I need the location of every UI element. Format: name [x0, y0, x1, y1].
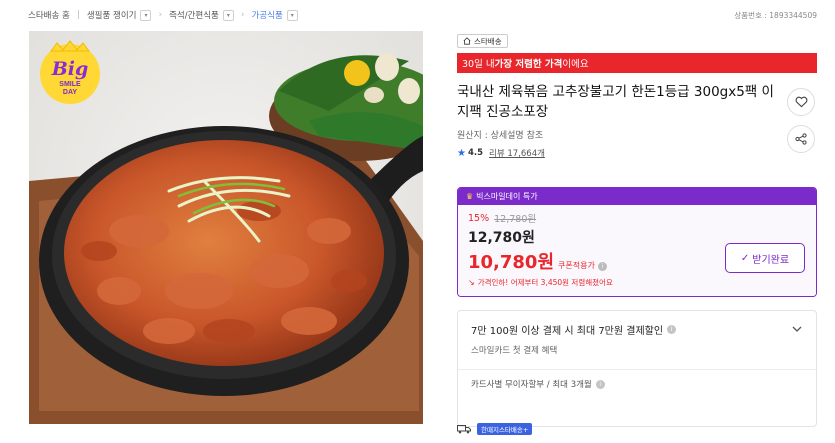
home-icon	[463, 37, 471, 45]
installment-info: 카드사별 무이자할부 / 최대 3개월 i	[471, 378, 605, 390]
info-icon[interactable]: i	[597, 262, 607, 271]
divider	[458, 369, 816, 370]
lowest-price-banner: 30일 내 가장 저렴한 가격 이에요	[457, 53, 817, 73]
trend-down-icon: ↘	[468, 278, 475, 287]
store-tag[interactable]: 스타배송	[457, 34, 508, 48]
coupon-received-button[interactable]: ✓ 받기완료	[725, 243, 805, 273]
wishlist-button[interactable]	[787, 88, 815, 116]
deal-header: ♛ 빅스마일데이 특가	[458, 188, 816, 205]
truck-icon	[457, 425, 471, 434]
chevron-down-icon[interactable]: ▾	[222, 9, 234, 21]
shipping-row: 한때지스타배송+	[457, 423, 533, 435]
payment-benefit-box[interactable]: 7만 100원 이상 결제 시 최대 7만원 결제할인 i 스마일카드 첫 결제…	[457, 310, 817, 427]
card-discount-title: 7만 100원 이상 결제 시 최대 7만원 결제할인 i	[471, 322, 677, 337]
breadcrumb: 스타배송 홈 | 생필품 쟁이기 ▾ › 즉석/간편식품 ▾ › 가공식품 ▾	[28, 8, 298, 22]
share-icon	[795, 133, 807, 145]
product-title: 국내산 제육볶음 고추장불고기 한돈1등급 300gx5팩 이지팩 진공소포장	[457, 84, 774, 120]
chevron-down-icon[interactable]: ▾	[140, 9, 152, 21]
check-icon: ✓	[740, 252, 750, 264]
svg-text:DAY: DAY	[63, 89, 77, 96]
original-price: 12,780원	[494, 214, 537, 225]
svg-text:Big: Big	[51, 58, 89, 80]
breadcrumb-home[interactable]: 스타배송 홈	[28, 9, 70, 21]
product-rating: ★ 4.5 리뷰 17,664개	[457, 147, 545, 160]
share-button[interactable]	[787, 125, 815, 153]
breadcrumb-category-1[interactable]: 생필품 쟁이기 ▾	[87, 9, 152, 21]
big-smile-day-badge: Big SMILE DAY	[40, 40, 100, 104]
chevron-down-icon[interactable]: ▾	[286, 9, 298, 21]
heart-icon	[795, 96, 807, 108]
review-link[interactable]: 리뷰 17,664개	[489, 147, 545, 159]
product-origin: 원산지 : 상세설명 참조	[457, 131, 544, 141]
star-icon: ★	[457, 147, 466, 159]
coupon-label: 쿠폰적용가	[558, 261, 595, 270]
product-info-panel: 스타배송 30일 내 가장 저렴한 가격 이에요 국내산 제육볶음 고추장불고기…	[457, 30, 817, 435]
breadcrumb-separator: |	[76, 10, 80, 20]
chevron-down-icon[interactable]	[791, 323, 803, 335]
info-icon[interactable]: i	[667, 325, 677, 334]
price-drop-note: ↘ 가격인하! 어제부터 3,450원 저렴해졌어요	[468, 278, 613, 287]
breadcrumb-category-2[interactable]: 즉석/간편식품 ▾	[169, 9, 234, 21]
card-discount-subtitle: 스마일카드 첫 결제 혜택	[471, 346, 558, 356]
deal-box: ♛ 빅스마일데이 특가 15% 12,780원 12,780원 10,780원 …	[457, 187, 817, 297]
crown-icon: ♛	[466, 192, 474, 201]
breadcrumb-category-3[interactable]: 가공식품 ▾	[252, 9, 298, 21]
product-image: Big SMILE DAY	[29, 31, 423, 424]
discount-percent: 15%	[468, 212, 490, 224]
breadcrumb-separator: ›	[158, 10, 163, 20]
breadcrumb-separator: ›	[240, 10, 245, 20]
shipping-badge: 한때지스타배송+	[477, 423, 533, 435]
svg-text:SMILE: SMILE	[59, 81, 81, 88]
coupon-price: 10,780원	[468, 252, 555, 273]
product-number: 상품번호 : 1893344509	[734, 11, 817, 20]
info-icon[interactable]: i	[595, 379, 605, 389]
